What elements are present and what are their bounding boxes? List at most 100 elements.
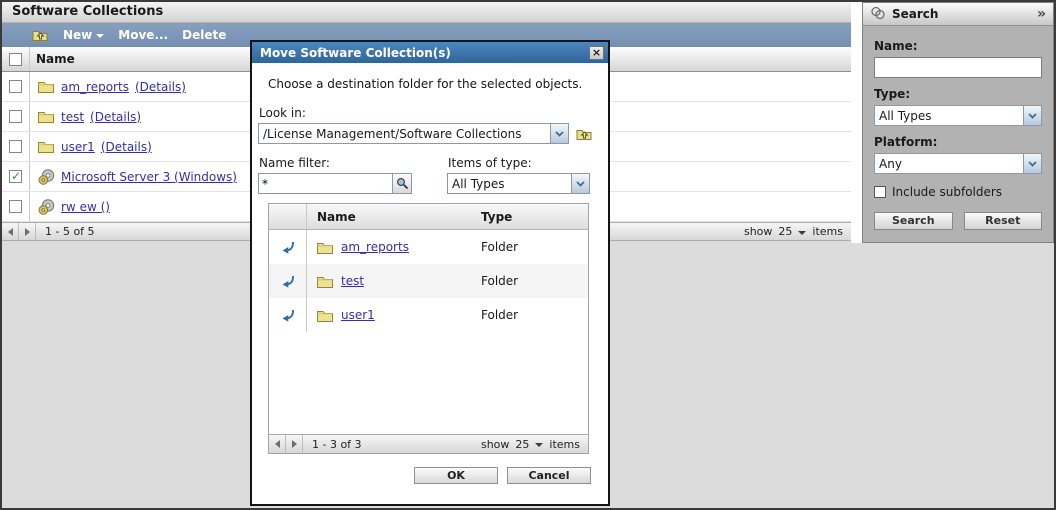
move-here-icon[interactable]	[281, 309, 295, 322]
row-checkbox[interactable]	[9, 110, 22, 123]
page-prev-button[interactable]	[2, 223, 19, 240]
move-dialog: Move Software Collection(s) × Choose a d…	[250, 40, 610, 506]
move-here-icon[interactable]	[281, 241, 295, 254]
move-here-icon[interactable]	[281, 275, 295, 288]
page-range: 1 - 5 of 5	[45, 225, 95, 238]
name-filter-field	[258, 173, 412, 194]
folder-link[interactable]: am_reports	[341, 240, 409, 254]
type-select-value: All Types	[879, 108, 932, 123]
name-field-label: Name:	[874, 39, 918, 53]
search-panel: Search » Name: Type: All Types Platform:…	[862, 2, 1054, 243]
table-row: user1 Folder	[269, 298, 588, 332]
dialog-title-bar[interactable]: Move Software Collection(s) ×	[252, 42, 608, 63]
cancel-button[interactable]: Cancel	[507, 467, 591, 484]
row-checkbox[interactable]	[9, 140, 22, 153]
details-link[interactable]: (Details)	[101, 140, 152, 154]
chevron-down-icon	[96, 34, 105, 38]
search-filter-icon	[870, 6, 886, 23]
table-empty-space	[269, 332, 588, 434]
chevron-down-icon[interactable]	[535, 443, 544, 447]
item-link[interactable]: Microsoft Server 3 (Windows)	[61, 170, 237, 184]
dialog-pagination-bar: 1 - 3 of 3 show 25 items	[269, 434, 588, 453]
folder-icon	[317, 239, 334, 255]
folder-icon	[317, 273, 334, 289]
type-cell: Folder	[481, 240, 519, 254]
show-items-control: show 25 items	[744, 225, 843, 238]
arrow-right-icon	[291, 440, 297, 448]
search-button[interactable]: Search	[874, 212, 953, 230]
folder-link[interactable]: test	[341, 274, 364, 288]
type-select[interactable]: All Types	[874, 105, 1042, 126]
row-checkbox[interactable]	[9, 169, 22, 183]
name-column-header: Name	[317, 209, 356, 224]
platform-select[interactable]: Any	[874, 153, 1042, 174]
select-all-checkbox[interactable]	[9, 52, 22, 66]
dialog-instruction: Choose a destination folder for the sele…	[268, 77, 583, 91]
name-column-header: Name	[36, 52, 75, 66]
folder-icon	[38, 109, 55, 125]
type-cell: Folder	[481, 274, 519, 288]
row-checkbox[interactable]	[9, 80, 22, 93]
chevron-down-icon	[571, 174, 589, 193]
look-in-row: /License Management/Software Collections	[258, 123, 608, 144]
name-filter-label: Name filter:	[259, 156, 330, 170]
folder-up-icon[interactable]	[576, 126, 594, 142]
close-icon[interactable]: ×	[589, 45, 604, 60]
arrow-right-icon	[24, 227, 30, 236]
page-range: 1 - 3 of 3	[312, 437, 362, 451]
chevron-down-icon	[550, 124, 568, 143]
items-of-type-value: All Types	[452, 176, 505, 191]
dialog-title: Move Software Collection(s)	[260, 45, 451, 60]
new-button-label: New	[63, 28, 93, 42]
page-size-value[interactable]: 25	[515, 438, 529, 451]
details-link[interactable]: (Details)	[135, 80, 186, 94]
items-of-type-select[interactable]: All Types	[447, 173, 590, 194]
page-size-value[interactable]: 25	[778, 225, 792, 238]
item-link[interactable]: user1	[61, 140, 95, 154]
page-next-button[interactable]	[286, 435, 303, 453]
collapse-panel-button[interactable]: »	[1037, 7, 1046, 21]
show-label: show	[480, 437, 510, 451]
type-cell: Folder	[481, 308, 519, 322]
folder-icon	[38, 79, 55, 95]
filter-row: Name filter: Items of type:	[258, 156, 608, 194]
folder-up-icon[interactable]	[32, 27, 49, 43]
name-filter-input[interactable]	[259, 174, 392, 193]
dialog-body: Choose a destination folder for the sele…	[252, 63, 608, 484]
details-link[interactable]: (Details)	[90, 110, 141, 124]
software-collections-page: Software Collections New Move... Delete …	[0, 0, 1056, 510]
include-subfolders-option[interactable]: Include subfolders	[874, 185, 1042, 199]
folder-link[interactable]: user1	[341, 308, 375, 322]
row-checkbox[interactable]	[9, 200, 22, 213]
chevron-down-icon	[1023, 106, 1041, 125]
show-items-control: show 25 items	[481, 438, 580, 451]
folder-icon	[38, 139, 55, 155]
chevron-down-icon	[1023, 154, 1041, 173]
platform-field-label: Platform:	[874, 135, 938, 149]
software-collection-icon	[38, 168, 55, 185]
dialog-buttons: OK Cancel	[269, 467, 591, 484]
chevron-down-icon[interactable]	[798, 230, 807, 235]
item-link[interactable]: test	[61, 110, 84, 124]
search-icon[interactable]	[392, 174, 411, 193]
table-row: test Folder	[269, 264, 588, 298]
page-next-button[interactable]	[19, 223, 36, 240]
new-button[interactable]: New	[63, 28, 105, 42]
page-prev-button[interactable]	[269, 435, 286, 453]
delete-button[interactable]: Delete	[182, 28, 226, 42]
arrow-left-icon	[274, 440, 280, 448]
move-button[interactable]: Move...	[118, 28, 168, 42]
search-name-input[interactable]	[874, 57, 1042, 78]
reset-button[interactable]: Reset	[963, 212, 1042, 230]
look-in-select[interactable]: /License Management/Software Collections	[258, 123, 569, 144]
type-column-header: Type	[481, 209, 513, 224]
platform-select-value: Any	[879, 156, 902, 171]
show-label: show	[743, 225, 773, 238]
item-link[interactable]: am_reports	[61, 80, 129, 94]
item-link[interactable]: rw ew ()	[61, 200, 110, 214]
table-row: am_reports Folder	[269, 230, 588, 264]
type-field-label: Type:	[874, 87, 911, 101]
look-in-value: /License Management/Software Collections	[263, 126, 522, 141]
ok-button[interactable]: OK	[414, 467, 498, 484]
include-subfolders-checkbox[interactable]	[874, 186, 886, 198]
